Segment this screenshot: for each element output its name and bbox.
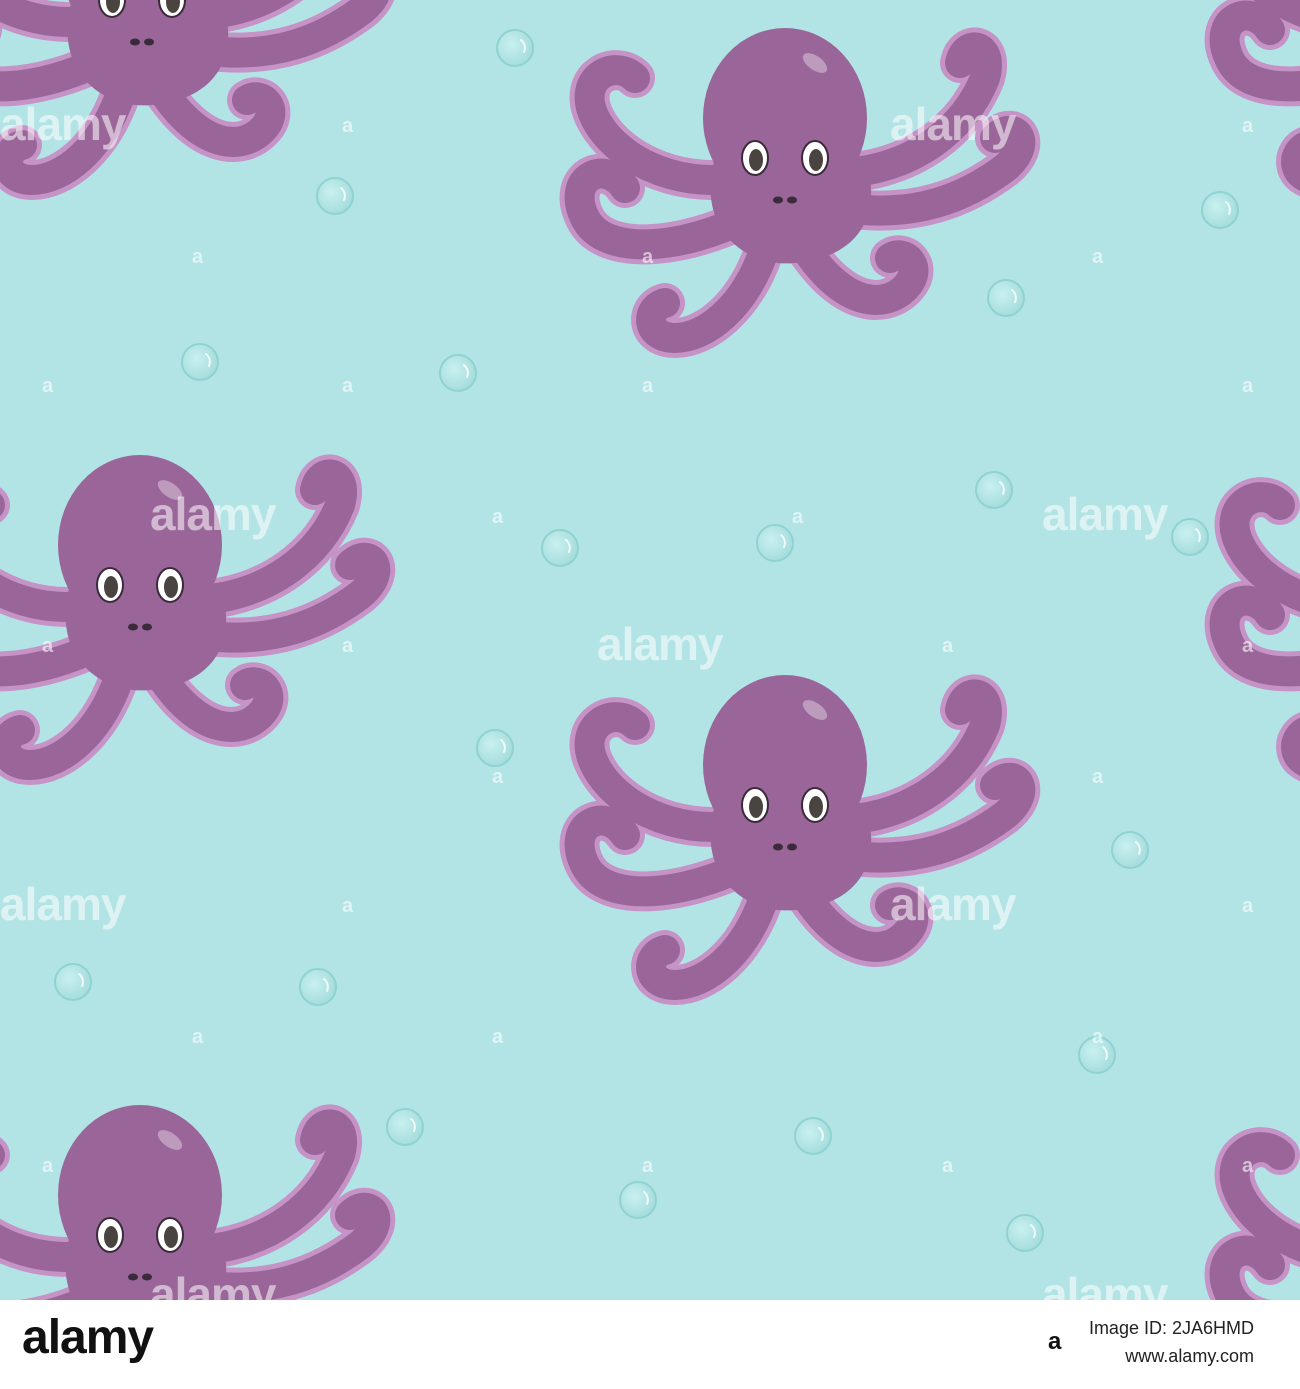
image-id-text: Image ID: 2JA6HMD <box>1088 1318 1254 1338</box>
bubble-icon <box>794 1117 832 1155</box>
watermark-letter: a <box>1242 1155 1254 1177</box>
watermark-text: alamy <box>890 878 1017 930</box>
watermark-letter: a <box>492 506 504 528</box>
bubble-icon <box>181 343 219 381</box>
bubble-icon <box>476 729 514 767</box>
bubble-icon <box>316 177 354 215</box>
bubble-icon <box>987 279 1025 317</box>
footer-logo: alamy <box>22 1311 154 1364</box>
watermark-letter: a <box>1242 895 1254 917</box>
watermark-letter: a <box>1242 375 1254 397</box>
watermark-letter: a <box>492 1026 504 1048</box>
watermark-letter: a <box>1092 1026 1104 1048</box>
watermark-letter: a <box>1242 635 1254 657</box>
watermark-letter: a <box>192 246 204 268</box>
seamless-octopus-pattern: alamy alamy alamy alamy alamy alamy alam… <box>0 0 1300 1300</box>
watermark-letter: a <box>942 635 954 657</box>
bubble-icon <box>1171 518 1209 556</box>
bubble-icon <box>496 29 534 67</box>
watermark-letter: a <box>1092 766 1104 788</box>
watermark-letter: a <box>42 1155 54 1177</box>
watermark-letter: a <box>1092 246 1104 268</box>
bubble-icon <box>619 1181 657 1219</box>
watermark-text: alamy <box>890 98 1017 150</box>
footer-info: Image ID: 2JA6HMD www.alamy.com <box>1089 1314 1254 1370</box>
bubble-icon <box>386 1108 424 1146</box>
watermark-letter: a <box>942 1155 954 1177</box>
watermark-text: alamy <box>150 488 277 540</box>
bubble-icon <box>756 524 794 562</box>
watermark-letter: a <box>192 1026 204 1048</box>
footer-letter: a <box>1048 1328 1062 1355</box>
bubble-icon <box>541 529 579 567</box>
bubble-icon <box>1111 831 1149 869</box>
watermark-letter: a <box>342 895 354 917</box>
watermark-text: alamy <box>1042 488 1169 540</box>
watermark-letter: a <box>492 766 504 788</box>
watermark-text: alamy <box>0 98 127 150</box>
watermark-letter: a <box>42 635 54 657</box>
bubble-icon <box>1201 191 1239 229</box>
watermark-letter: a <box>342 115 354 137</box>
watermark-letter: a <box>642 1155 654 1177</box>
watermark-letter: a <box>642 246 654 268</box>
watermark-text: alamy <box>597 618 724 670</box>
bubble-icon <box>1006 1214 1044 1252</box>
bubble-icon <box>439 354 477 392</box>
bubble-icon <box>975 471 1013 509</box>
pattern-canvas: alamy alamy alamy alamy alamy alamy alam… <box>0 0 1300 1300</box>
watermark-text: alamy <box>150 1268 277 1300</box>
bubble-icon <box>299 968 337 1006</box>
watermark-letter: a <box>1242 115 1254 137</box>
watermark-letter: a <box>42 375 54 397</box>
watermark-text: alamy <box>0 878 127 930</box>
site-url-text: www.alamy.com <box>1125 1346 1254 1366</box>
watermark-text: alamy <box>1042 1268 1169 1300</box>
watermark-letter: a <box>792 506 804 528</box>
stock-footer-bar: alamy a Image ID: 2JA6HMD www.alamy.com <box>0 1300 1300 1389</box>
watermark-letter: a <box>642 375 654 397</box>
watermark-letter: a <box>342 375 354 397</box>
bubble-icon <box>54 963 92 1001</box>
watermark-letter: a <box>342 635 354 657</box>
